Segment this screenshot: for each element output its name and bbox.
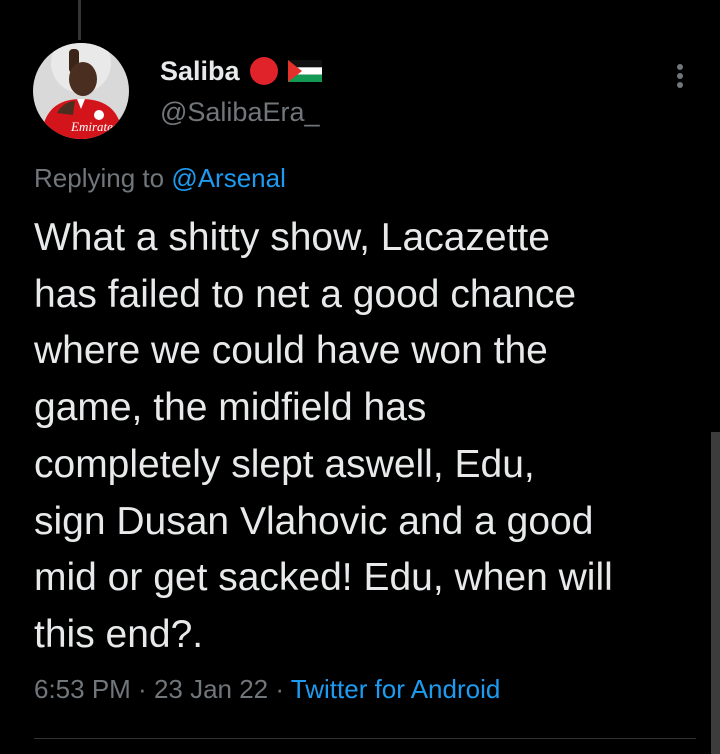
palestine-flag-icon (287, 60, 322, 82)
more-dots-icon (677, 64, 683, 88)
thread-connector-line (78, 0, 81, 40)
mention-link-arsenal[interactable]: @Arsenal (171, 163, 286, 193)
more-options-button[interactable] (664, 58, 696, 94)
meta-separator: · (130, 674, 154, 704)
author-name-row[interactable]: Saliba (160, 54, 322, 88)
meta-separator: · (268, 674, 291, 704)
scrollbar-thumb[interactable] (711, 432, 720, 754)
avatar-sponsor-text: Emirates (70, 119, 118, 134)
replying-to-line: Replying to @Arsenal (34, 163, 286, 194)
section-divider (34, 738, 696, 739)
author-display-name[interactable]: Saliba (160, 56, 240, 87)
author-handle[interactable]: @SalibaEra_ (160, 97, 320, 128)
profile-photo-icon: Emirates (33, 43, 129, 139)
replying-to-label: Replying to (34, 163, 172, 193)
tweet-body-text: What a shitty show, Lacazette has failed… (34, 216, 613, 656)
tweet-time[interactable]: 6:53 PM (34, 674, 131, 704)
tweet-metadata: 6:53 PM · 23 Jan 22 · Twitter for Androi… (34, 674, 500, 705)
tweet-date[interactable]: 23 Jan 22 (154, 674, 268, 704)
red-circle-icon (249, 57, 278, 85)
avatar[interactable]: Emirates (33, 43, 129, 139)
tweet-source-link[interactable]: Twitter for Android (291, 674, 501, 704)
